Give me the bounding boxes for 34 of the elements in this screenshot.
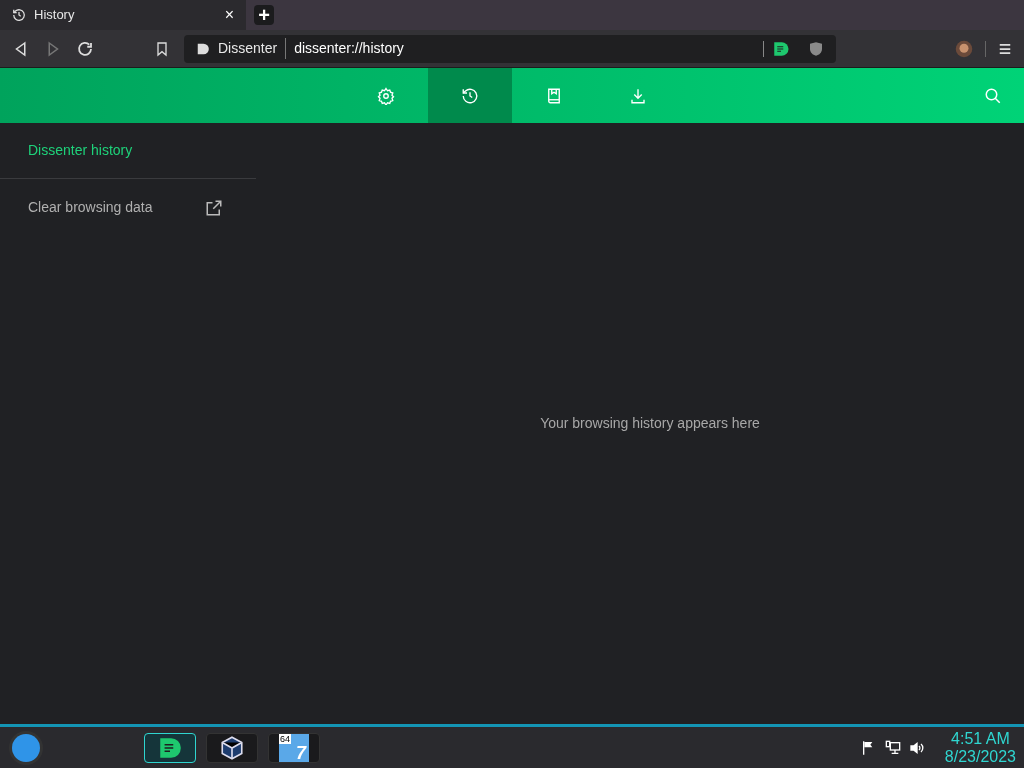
taskbar-app[interactable] bbox=[206, 732, 258, 763]
taskbar-app[interactable]: 64 7 bbox=[268, 732, 320, 763]
book-icon bbox=[545, 86, 563, 105]
history-icon bbox=[12, 8, 26, 22]
site-icon bbox=[196, 41, 210, 56]
sidebar-link[interactable]: Clear browsing data bbox=[28, 197, 205, 218]
app-number: 7 bbox=[296, 743, 306, 762]
external-link-icon[interactable] bbox=[205, 198, 223, 217]
dissenter-icon[interactable] bbox=[772, 39, 790, 58]
browser-tab[interactable]: History × bbox=[0, 0, 246, 30]
clock-time[interactable]: 4:51 AM bbox=[951, 729, 1010, 748]
download-icon bbox=[629, 86, 647, 105]
address-bar[interactable]: Dissenter dissenter://history bbox=[184, 34, 836, 63]
sidebar-title: Dissenter history bbox=[28, 141, 133, 160]
cube-icon bbox=[219, 734, 245, 761]
start-button[interactable] bbox=[8, 729, 44, 766]
site-name: Dissenter bbox=[218, 38, 287, 59]
menu-icon[interactable] bbox=[998, 41, 1012, 56]
volume-icon[interactable] bbox=[908, 739, 925, 756]
url-text: dissenter://history bbox=[294, 39, 405, 58]
gear-icon bbox=[377, 86, 395, 105]
avatar-icon[interactable] bbox=[955, 39, 973, 58]
shield-icon[interactable] bbox=[808, 39, 824, 58]
tab-title: History bbox=[34, 6, 76, 25]
new-tab-button[interactable]: + bbox=[254, 5, 274, 25]
close-tab-button[interactable]: × bbox=[224, 3, 234, 27]
empty-message: Your browsing history appears here bbox=[540, 414, 760, 433]
network-icon[interactable] bbox=[884, 739, 901, 756]
bookmark-icon[interactable] bbox=[154, 40, 170, 57]
reload-icon[interactable] bbox=[76, 39, 94, 58]
clock-date[interactable]: 8/23/2023 bbox=[944, 747, 1016, 766]
history-icon bbox=[461, 86, 479, 105]
app-badge: 64 bbox=[279, 733, 291, 744]
taskbar-app[interactable] bbox=[144, 732, 196, 763]
